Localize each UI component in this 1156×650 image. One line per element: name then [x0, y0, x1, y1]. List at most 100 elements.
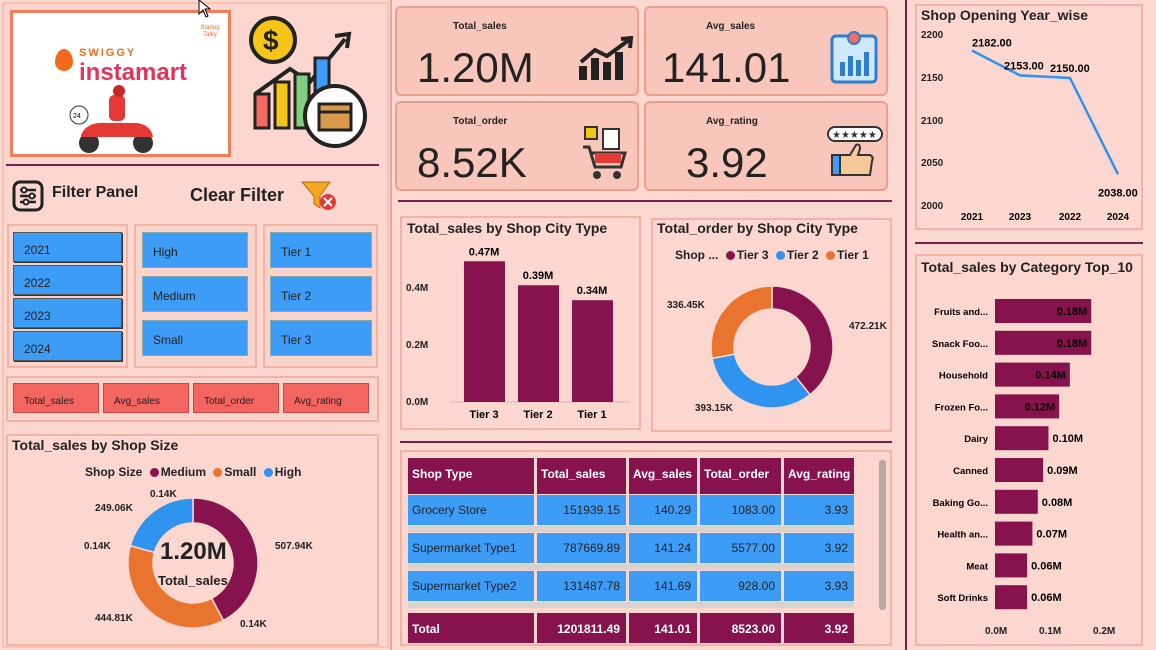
- metric-button-total-order[interactable]: Total_order: [193, 383, 279, 413]
- year-ytick-2200: 2200: [921, 30, 944, 41]
- brand-top: SWIGGY: [79, 47, 137, 59]
- table-cell: 3.93: [784, 571, 854, 601]
- category-bar[interactable]: [995, 426, 1049, 451]
- legend-dot-small: [213, 468, 223, 478]
- tier-bar-3[interactable]: [572, 300, 613, 402]
- year-x-tick: 2023: [1009, 212, 1032, 223]
- table-header-cell: Total_sales: [537, 458, 626, 494]
- kpi-value-avg-sales: 141.01: [662, 44, 791, 91]
- table-cell: Supermarket Type1: [408, 533, 534, 563]
- category-label: Soft Drinks: [937, 593, 988, 604]
- year-line-series[interactable]: [971, 49, 1120, 175]
- category-label: Meat: [966, 561, 988, 572]
- legend-medium: Medium: [160, 465, 207, 479]
- legend-tier3: Tier 3: [736, 248, 769, 262]
- donut-slice-tier-3[interactable]: [771, 286, 833, 396]
- category-bar[interactable]: [995, 553, 1028, 578]
- category-data-label: 0.09M: [1047, 465, 1078, 477]
- metric-button-total-sales[interactable]: Total_sales: [13, 383, 99, 413]
- table-cell: 1083.00: [700, 495, 781, 525]
- legend-dot-high: [263, 468, 273, 478]
- tier-bar-2[interactable]: [518, 285, 559, 402]
- tier-order-legend: Shop ... Tier 3 Tier 2 Tier 1: [675, 248, 869, 262]
- table-total-cell: 1201811.49: [537, 613, 626, 643]
- year-x-tick: 2024: [1107, 212, 1130, 223]
- tier-order-label-tier2: 393.15K: [695, 403, 733, 414]
- tier-bar-category-label: Tier 2: [523, 409, 552, 421]
- shop-size-label-high: 249.06K: [95, 503, 133, 514]
- donut-slice-tier-1[interactable]: [711, 286, 773, 360]
- category-label: Health an...: [937, 530, 988, 541]
- kpi-label-avg-sales: Avg_sales: [706, 21, 756, 32]
- legend-dot-tier3: [725, 251, 735, 261]
- category-data-label: 0.07M: [1036, 529, 1067, 541]
- year-point-label: 2150.00: [1050, 63, 1090, 75]
- kpi-card-avg-rating: Avg_rating 3.92 ★★★★★: [644, 101, 888, 191]
- metric-button-avg-sales[interactable]: Avg_sales: [103, 383, 189, 413]
- year-slicer-2023[interactable]: 2023: [13, 298, 122, 328]
- category-data-label: 0.06M: [1031, 592, 1062, 604]
- tier-slicer-1[interactable]: Tier 1: [270, 232, 372, 268]
- tier-slicer-3[interactable]: Tier 3: [270, 320, 372, 356]
- year-ytick-2000: 2000: [921, 201, 944, 212]
- clear-filter-icon[interactable]: [300, 178, 340, 214]
- table-cell: Supermarket Type2: [408, 571, 534, 601]
- shop-size-legend-title: Shop Size: [85, 465, 143, 479]
- legend-dot-medium: [149, 468, 159, 478]
- shop-size-label-small-a: 0.14K: [150, 489, 177, 500]
- tier-order-chart-title: Total_order by Shop City Type: [657, 220, 858, 236]
- shop-size-label-small-c: 0.14K: [240, 619, 267, 630]
- legend-tier2: Tier 2: [786, 248, 819, 262]
- table-cell: 3.92: [784, 533, 854, 563]
- table-row-separator: [408, 564, 854, 570]
- shop-size-legend: Shop Size Medium Small High: [85, 465, 301, 479]
- donut-slice-tier-2[interactable]: [711, 353, 812, 408]
- category-bar-chart: Fruits and... 0.18M Snack Foo... 0.18M House…: [932, 299, 1092, 610]
- clear-filter-button[interactable]: Clear Filter: [190, 185, 284, 206]
- category-data-label: 0.14M: [1035, 370, 1066, 382]
- year-slicer-2021[interactable]: 2021: [13, 232, 122, 262]
- category-data-label: 0.08M: [1042, 497, 1073, 509]
- tier-sales-ytick-0-0: 0.0M: [406, 397, 429, 408]
- shop-size-label-small: 444.81K: [95, 613, 133, 624]
- category-bar[interactable]: [995, 458, 1044, 482]
- year-point-label: 2153.00: [1004, 60, 1044, 72]
- table-cell: 3.93: [784, 495, 854, 525]
- year-x-tick: 2022: [1059, 212, 1082, 223]
- size-slicer-small[interactable]: Small: [142, 320, 248, 356]
- shop-size-center-value: 1.20M: [160, 538, 227, 565]
- svg-text:★★★★★: ★★★★★: [832, 130, 877, 141]
- year-slicer-2022[interactable]: 2022: [13, 265, 122, 295]
- category-xtick-0: 0.0M: [985, 626, 1008, 637]
- size-slicer-medium[interactable]: Medium: [142, 276, 248, 312]
- size-slicer-high[interactable]: High: [142, 232, 248, 268]
- tier-bar-category-label: Tier 1: [577, 409, 606, 421]
- table-scrollbar[interactable]: [879, 460, 886, 610]
- table-cell: 151939.15: [537, 495, 626, 525]
- legend-small: Small: [224, 465, 257, 479]
- metric-button-avg-rating[interactable]: Avg_rating: [283, 383, 369, 413]
- shopping-cart-icon: [583, 126, 627, 179]
- kpi-card-total-sales: Total_sales 1.20M: [395, 6, 639, 96]
- table-cell: 928.00: [700, 571, 781, 601]
- swiggy-logo-icon: [55, 49, 73, 71]
- category-bar[interactable]: [995, 521, 1033, 546]
- category-bar[interactable]: [995, 489, 1038, 514]
- divider: [915, 242, 1143, 244]
- tier-bar-1[interactable]: [464, 261, 505, 402]
- year-slicer-2024[interactable]: 2024: [13, 331, 122, 361]
- category-label: Frozen Fo...: [935, 402, 988, 413]
- year-point-label: 2038.00: [1098, 187, 1138, 199]
- table-total-cell: 3.92: [784, 613, 854, 643]
- kpi-label-total-order: Total_order: [453, 116, 508, 127]
- tier-bar-category-label: Tier 3: [469, 409, 498, 421]
- startup-badge: Startup Talky: [200, 25, 220, 38]
- tier-order-donut: [711, 286, 833, 408]
- category-data-label: 0.10M: [1052, 433, 1083, 445]
- tier-slicer-2[interactable]: Tier 2: [270, 276, 372, 312]
- table-cell: 787669.89: [537, 533, 626, 563]
- brand-bottom: instamart: [79, 59, 188, 86]
- category-data-label: 0.18M: [1057, 306, 1088, 318]
- year-ytick-2150: 2150: [921, 73, 944, 84]
- category-bar[interactable]: [995, 585, 1028, 610]
